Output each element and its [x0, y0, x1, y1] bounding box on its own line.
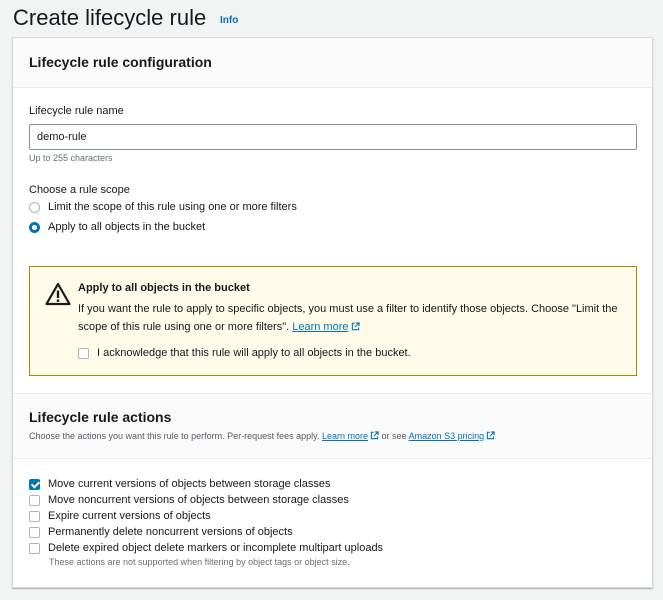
warning-learn-more-link[interactable]: Learn more [292, 321, 360, 333]
action-label: Permanently delete noncurrent versions o… [48, 526, 293, 538]
action-label: Delete expired object delete markers or … [48, 542, 384, 554]
configuration-section-title: Lifecycle rule configuration [29, 54, 212, 70]
scope-all-radio[interactable] [29, 221, 40, 233]
scope-option-label: Apply to all objects in the bucket [48, 221, 206, 233]
external-link-icon [486, 431, 495, 440]
action-label: Move noncurrent versions of objects betw… [48, 494, 349, 506]
rule-name-hint: Up to 255 characters [29, 153, 113, 163]
action-checkbox[interactable] [29, 478, 40, 490]
action-checkbox[interactable] [29, 510, 40, 522]
lifecycle-rule-panel: Lifecycle rule configuration Lifecycle r… [12, 37, 653, 588]
acknowledge-label: I acknowledge that this rule will apply … [97, 347, 411, 359]
action-move-noncurrent[interactable]: Move noncurrent versions of objects betw… [29, 494, 349, 506]
action-move-current[interactable]: Move current versions of objects between… [29, 478, 330, 490]
info-link[interactable]: Info [220, 15, 238, 26]
scope-option-limit[interactable]: Limit the scope of this rule using one o… [29, 201, 297, 213]
action-delete-noncurrent[interactable]: Permanently delete noncurrent versions o… [29, 526, 293, 538]
acknowledge-option[interactable]: I acknowledge that this rule will apply … [78, 347, 411, 359]
actions-section-header: Lifecycle rule actions Choose the action… [13, 393, 652, 459]
action-label: Move current versions of objects between… [48, 478, 331, 490]
action-checkbox[interactable] [29, 526, 40, 538]
page-title: Create lifecycle rule [13, 5, 207, 30]
configuration-section-header: Lifecycle rule configuration [13, 38, 652, 88]
rule-name-label: Lifecycle rule name [29, 105, 124, 117]
rule-scope-label: Choose a rule scope [29, 184, 130, 196]
action-expire-current[interactable]: Expire current versions of objects [29, 510, 211, 522]
s3-pricing-link[interactable]: Amazon S3 pricing [409, 431, 496, 441]
action-checkbox[interactable] [29, 494, 40, 506]
rule-name-input[interactable] [29, 124, 637, 150]
scope-limit-radio[interactable] [29, 201, 40, 213]
action-delete-expired-markers[interactable]: Delete expired object delete markers or … [29, 542, 383, 554]
scope-option-all-objects[interactable]: Apply to all objects in the bucket [29, 221, 205, 233]
action-checkbox[interactable] [29, 542, 40, 554]
external-link-icon [370, 431, 379, 440]
external-link-icon [351, 322, 360, 331]
acknowledge-checkbox[interactable] [78, 347, 89, 359]
warning-text: If you want the rule to apply to specifi… [78, 300, 618, 336]
warning-title: Apply to all objects in the bucket [78, 282, 250, 294]
warning-alert: Apply to all objects in the bucket If yo… [29, 266, 637, 376]
action-label: Expire current versions of objects [48, 510, 211, 522]
actions-section-description: Choose the actions you want this rule to… [29, 431, 495, 441]
actions-learn-more-link[interactable]: Learn more [322, 431, 379, 441]
warning-icon [45, 282, 71, 306]
actions-section-title: Lifecycle rule actions [29, 409, 172, 425]
actions-note: These actions are not supported when fil… [49, 557, 350, 567]
scope-option-label: Limit the scope of this rule using one o… [48, 201, 297, 213]
